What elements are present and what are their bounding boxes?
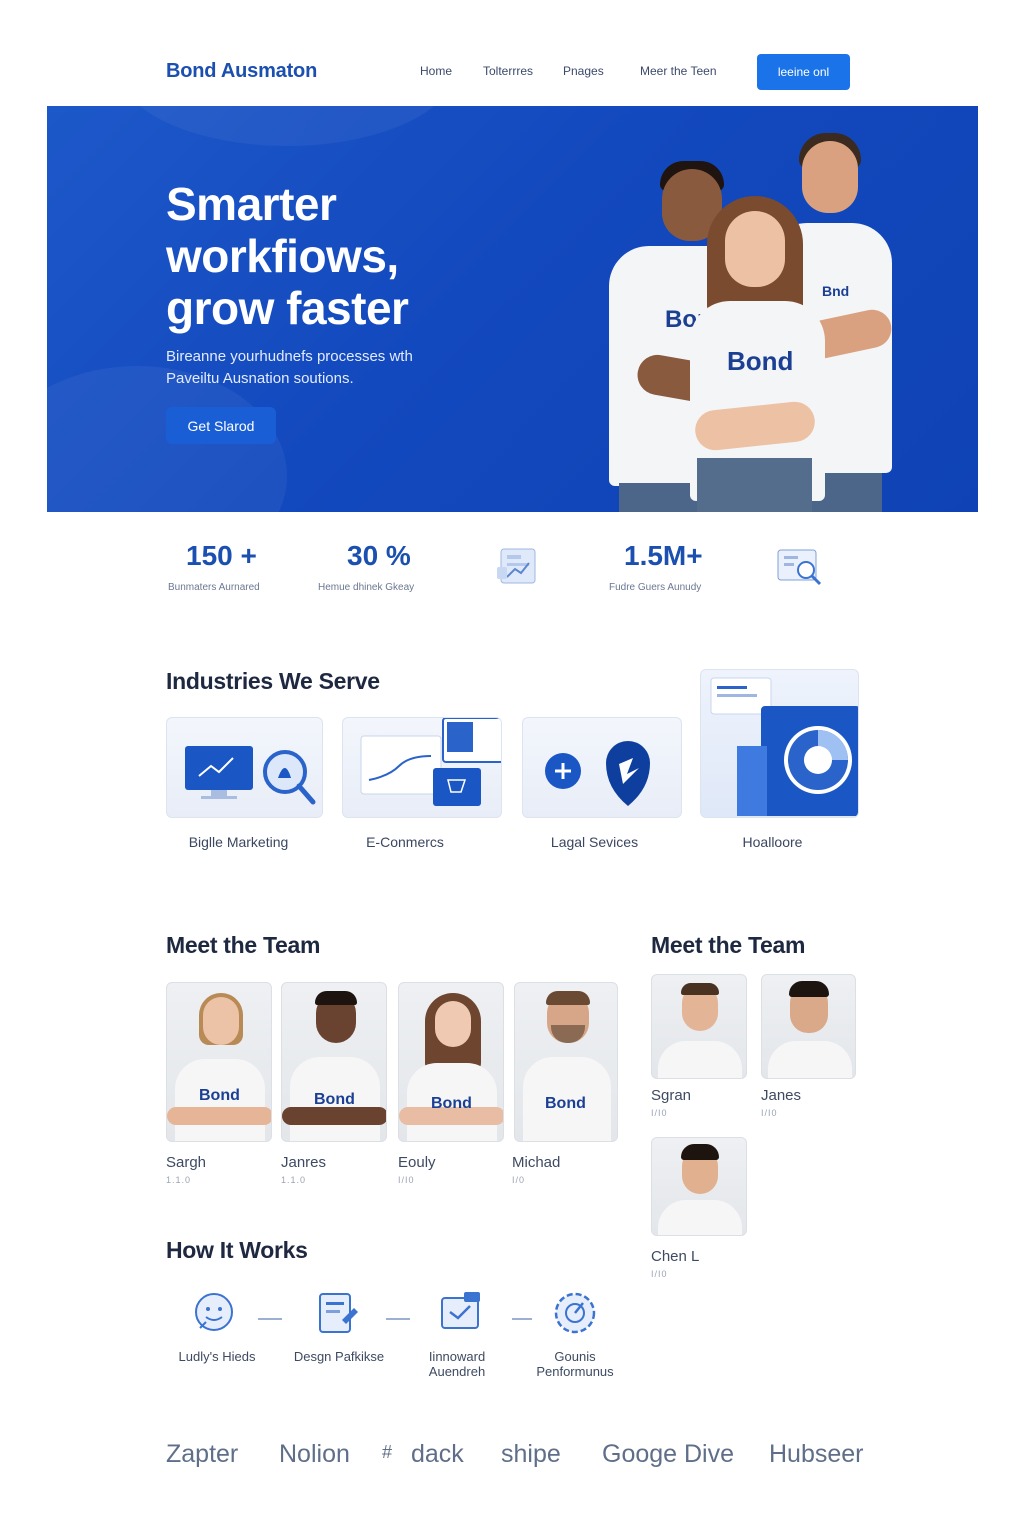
industry-label: Hoalloore [742,834,803,850]
team-card-james[interactable]: Bond [281,982,387,1142]
step-label: Ludly's Hieds [168,1349,266,1364]
nav-link-features[interactable]: Tolterrres [483,64,533,78]
nav-link-team[interactable]: Meer the Teen [640,64,717,78]
shirt-text: Bnd [822,283,850,299]
shirt-text: Bond [314,1091,355,1108]
nav-link-home[interactable]: Home [420,64,452,78]
partner-logo-slack: dack [411,1440,464,1468]
hero-title-line: grow faster [166,282,409,334]
design-document-icon [312,1290,360,1341]
industry-card-marketing[interactable] [166,717,323,818]
partner-logo-zapier: Zapter [166,1440,239,1468]
hero-title-line: workfiows, [166,230,399,282]
team-side-title: Meet the Team [651,932,806,958]
performance-gauge-icon [550,1288,600,1343]
partner-logo-hubspot: Hubseer [769,1440,864,1468]
industry-label: Lagal Sevices [550,834,639,850]
person-center: Bond [685,196,825,512]
team-member-name: Janres [281,1154,327,1171]
team-side-card-sgran[interactable] [651,974,747,1079]
top-nav: Bond Ausmaton Home Tolterrres Pnages Mee… [0,0,1024,106]
hero-decor [117,106,457,146]
team-side-name: Chen L [651,1248,700,1265]
document-chart-icon [495,545,543,592]
stat-label: Hemue dhinek Gkeay [318,582,415,593]
stat-value: 1.5M+ [624,540,703,571]
get-started-button[interactable]: Get Slarod [166,407,276,444]
hero-section: Smarter workfiows, grow faster Bireanne … [47,106,978,512]
hero-title: Smarter workfiows, grow faster [166,178,496,334]
team-card-sarah[interactable]: Bond [166,982,272,1142]
ecommerce-dashboard-icon [360,718,501,806]
step-label-line: Desgn Pafkikse [293,1349,385,1364]
team-member-name: Eouly [398,1154,436,1171]
search-report-icon [776,546,826,593]
team-card-emily[interactable]: Bond [398,982,504,1142]
step-label-line: Penformunus [536,1364,614,1379]
step-arrow [512,1318,532,1320]
chat-face-icon [190,1290,238,1339]
hero-title-line: Smarter [166,178,337,230]
nav-cta-button[interactable]: leeine onl [757,54,850,90]
team-side-role: I/I0 [651,1269,668,1279]
stat-label: Bunmaters Aurnared [168,582,260,593]
step-label-line: Gounis [554,1349,596,1364]
partner-logo-stripe: shipe [501,1440,561,1468]
shirt-text: Bond [545,1095,586,1112]
team-side-card-chen[interactable] [651,1137,747,1236]
team-side-role: I/I0 [761,1108,778,1118]
partner-logo-notion: Nolion [279,1440,350,1468]
team-member-role: 1.1.0 [166,1175,192,1185]
team-side-name: Sgran [651,1087,692,1104]
team-side-name: Janes [761,1087,802,1104]
shirt-text: Bond [727,346,794,376]
how-it-works-title: How It Works [166,1237,308,1263]
step-label: Desgn Pafkikse [286,1349,392,1364]
stat-label: Fudre Guers Aunudy [609,582,702,593]
industry-card-legal[interactable] [522,717,682,818]
healthcare-chart-icon [710,677,858,816]
industry-label: Biglle Marketing [188,834,289,850]
team-member-name: Michad [512,1154,561,1171]
step-label: Iinnoward Auendreh [412,1349,502,1379]
team-title: Meet the Team [166,932,321,958]
team-member-role: I/I0 [398,1175,415,1185]
partner-logo-google-drive: Googe Dive [602,1440,735,1468]
step-label-line: Ludly's Hieds [178,1349,256,1364]
automation-window-icon [438,1290,484,1341]
industry-label: E-Conmercs [366,834,444,850]
team-card-michael[interactable]: Bond [514,982,618,1142]
team-side-card-janes[interactable] [761,974,856,1079]
nav-link-pages[interactable]: Pnages [563,64,604,78]
industry-card-ecommerce[interactable] [342,717,502,818]
monitor-search-icon [185,746,316,805]
step-arrow [386,1318,410,1320]
team-member-role: 1.1.0 [281,1175,307,1185]
team-member-name: Sargh [166,1154,207,1171]
brand-logo[interactable]: Bond Ausmaton [166,60,317,83]
industry-card-healthcare[interactable] [700,669,859,818]
step-arrow [258,1318,282,1320]
step-label-line: Iinnoward [428,1349,486,1364]
stat-value: 150 + [186,540,257,571]
hero-team-photo: Bnd Bor Bond [557,131,917,512]
step-label-line: Auendreh [428,1364,486,1379]
team-member-role: I/0 [512,1175,526,1185]
legal-shield-icon [545,741,650,806]
shirt-text: Bond [431,1095,472,1112]
industries-title: Industries We Serve [166,668,380,694]
team-side-role: I/I0 [651,1108,668,1118]
shirt-text: Bond [199,1087,240,1104]
step-label: Gounis Penformunus [530,1349,620,1379]
hero-subtitle-line: Bireanne yourhudnefs processes wth [166,348,413,365]
slack-hash-icon: # [382,1442,393,1462]
stat-value: 30 % [347,540,411,571]
hero-subtitle-line: Paveiltu Ausnation soutions. [166,370,354,387]
hero-subtitle: Bireanne yourhudnefs processes wth Pavei… [166,346,466,390]
